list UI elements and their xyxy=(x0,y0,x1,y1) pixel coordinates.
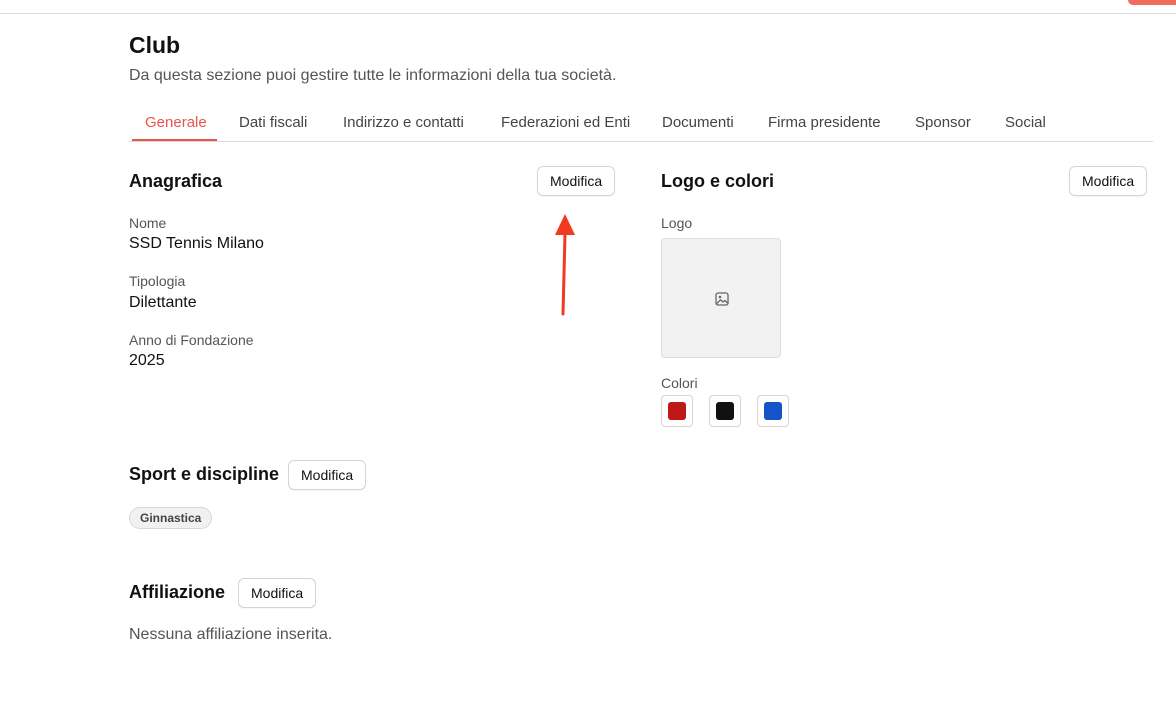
tab-firma-presidente[interactable]: Firma presidente xyxy=(768,114,881,131)
tab-indirizzo-contatti[interactable]: Indirizzo e contatti xyxy=(343,114,464,131)
top-bar xyxy=(0,0,1176,14)
anno-fondazione-value: 2025 xyxy=(129,352,165,369)
logo-colori-title: Logo e colori xyxy=(661,171,775,191)
anagrafica-title: Anagrafica xyxy=(129,171,223,191)
anagrafica-edit-button[interactable]: Modifica xyxy=(537,166,616,196)
image-icon xyxy=(715,292,729,306)
affiliazione-title: Affiliazione xyxy=(129,582,226,602)
color-swatch-secondary xyxy=(709,395,741,427)
tab-documenti[interactable]: Documenti xyxy=(662,114,734,131)
anno-fondazione-label: Anno di Fondazione xyxy=(129,332,254,348)
tipologia-value: Dilettante xyxy=(129,294,197,311)
tab-dati-fiscali[interactable]: Dati fiscali xyxy=(239,114,307,131)
affiliazione-empty-text: Nessuna affiliazione inserita. xyxy=(129,626,333,643)
top-accent-button[interactable] xyxy=(1128,0,1176,5)
tab-generale[interactable]: Generale xyxy=(145,114,207,131)
tab-federazioni-enti[interactable]: Federazioni ed Enti xyxy=(501,114,630,131)
color-swatch-fill xyxy=(716,402,734,420)
color-swatch-tertiary xyxy=(757,395,789,427)
tipologia-label: Tipologia xyxy=(129,273,186,289)
page-subtitle: Da questa sezione puoi gestire tutte le … xyxy=(129,67,617,84)
page-title: Club xyxy=(129,32,181,58)
active-tab-indicator xyxy=(132,139,217,141)
affiliazione-edit-button[interactable]: Modifica xyxy=(238,578,317,608)
color-swatch-fill xyxy=(668,402,686,420)
sport-edit-button[interactable]: Modifica xyxy=(288,460,367,490)
nome-value: SSD Tennis Milano xyxy=(129,235,264,252)
tab-sponsor[interactable]: Sponsor xyxy=(915,114,971,131)
tab-bar: Generale Dati fiscali Indirizzo e contat… xyxy=(129,106,1153,142)
color-swatch-primary xyxy=(661,395,693,427)
discipline-chip: Ginnastica xyxy=(129,507,213,529)
logo-label: Logo xyxy=(661,215,693,231)
annotation-arrow xyxy=(555,214,575,316)
tab-social[interactable]: Social xyxy=(1005,114,1046,131)
colori-label: Colori xyxy=(661,375,698,391)
color-swatch-fill xyxy=(764,402,782,420)
logo-colori-edit-button[interactable]: Modifica xyxy=(1069,166,1148,196)
logo-placeholder[interactable] xyxy=(661,238,781,358)
sport-discipline-title: Sport e discipline xyxy=(129,464,280,484)
nome-label: Nome xyxy=(129,215,167,231)
